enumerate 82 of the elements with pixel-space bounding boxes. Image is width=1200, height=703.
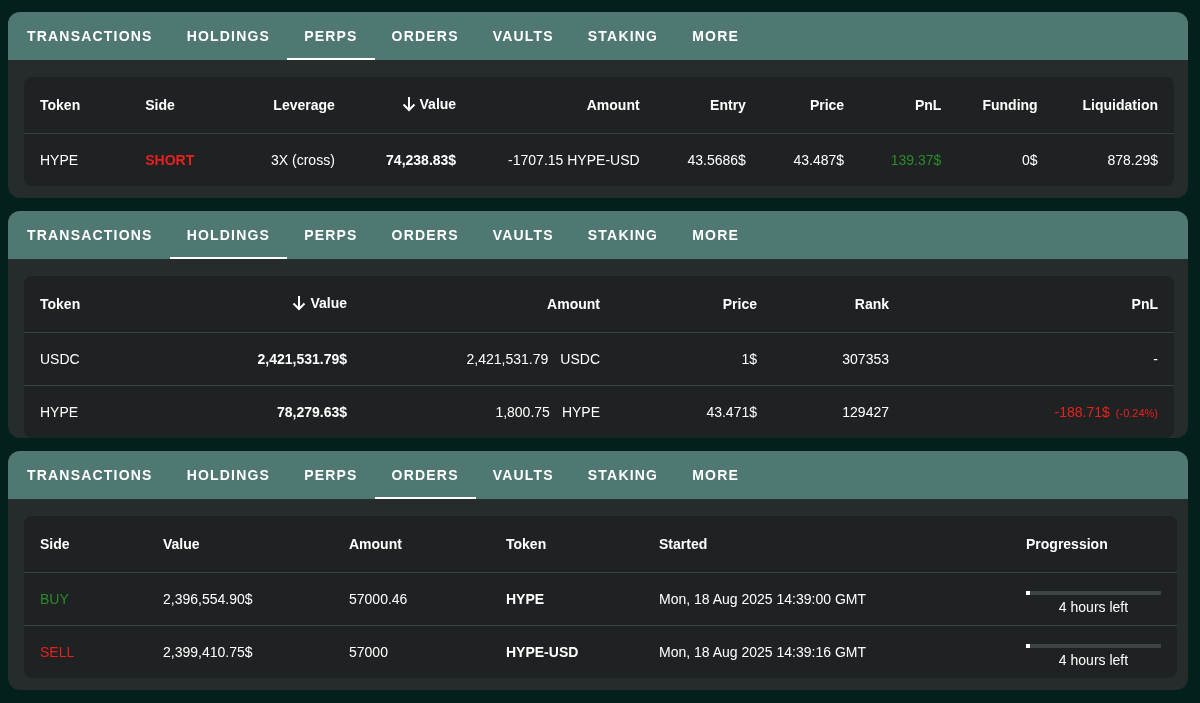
table-cell-text: 2,421,531.79$ — [257, 351, 347, 367]
column-header[interactable]: Amount — [586, 97, 640, 113]
column-header[interactable]: PnL — [1131, 296, 1158, 312]
table-cell-text: 3X (cross) — [271, 152, 335, 168]
tab[interactable]: VAULTS — [475, 451, 571, 499]
table-cell-text: 78,279.63$ — [276, 404, 347, 420]
table-cell-text: Mon, 18 Aug 2025 14:39:00 GMT — [659, 591, 867, 607]
sort-down-icon — [292, 294, 307, 311]
column-header[interactable]: Progression — [1026, 536, 1108, 552]
time-left: 4 hours left — [1058, 652, 1129, 668]
column-header[interactable]: Price — [722, 296, 757, 312]
column-header[interactable]: Started — [659, 536, 708, 552]
tab[interactable]: TRANSACTIONS — [10, 451, 170, 499]
table-cell-text: 139.37$ — [890, 152, 942, 168]
table-cell-text: 307353 — [842, 351, 889, 367]
tab[interactable]: MORE — [675, 211, 756, 259]
tab[interactable]: HOLDINGS — [169, 12, 288, 60]
tab[interactable]: TRANSACTIONS — [10, 211, 170, 259]
table-cell-text: 74,238.83$ — [386, 152, 457, 168]
tab[interactable]: MORE — [675, 451, 756, 499]
table-cell-text: 878.29$ — [1107, 152, 1158, 168]
pnl-value: -188.71$ — [1054, 404, 1110, 420]
column-header[interactable]: Token — [40, 97, 81, 113]
table-cell-text: HYPE-USD — [506, 644, 579, 660]
column-header[interactable]: Entry — [710, 97, 746, 113]
table-cell-text: -1707.15 HYPE-USD — [508, 152, 640, 168]
amount-unit: USDC — [560, 351, 600, 367]
table-cell-text: 2,399,410.75$ — [163, 644, 253, 660]
tab[interactable]: TRANSACTIONS — [10, 12, 170, 60]
table-cell-text: 43.5686$ — [687, 152, 746, 168]
table-cell-text: BUY — [40, 591, 69, 607]
tab[interactable]: PERPS — [287, 211, 375, 259]
column-header[interactable]: Leverage — [273, 97, 335, 113]
table-cell-text: - — [1153, 351, 1158, 367]
table-cell-text: 129427 — [842, 404, 889, 420]
tab[interactable]: PERPS — [287, 12, 375, 60]
pnl-percent: (-0.24%) — [1115, 407, 1158, 419]
table-cell-text: SELL — [40, 644, 75, 660]
table-cell-text: 0$ — [1022, 152, 1038, 168]
table-cell-text: 2,396,554.90$ — [163, 591, 253, 607]
tab[interactable]: HOLDINGS — [169, 451, 288, 499]
amount-unit: HYPE — [561, 404, 600, 420]
table-cell-text: HYPE — [40, 152, 79, 168]
column-header[interactable]: Price — [809, 97, 845, 113]
tab[interactable]: VAULTS — [475, 12, 571, 60]
column-header[interactable]: Side — [40, 536, 70, 552]
tab[interactable]: VAULTS — [475, 211, 571, 259]
column-header[interactable]: Value — [163, 536, 200, 552]
sort-down-icon — [401, 95, 416, 112]
table-cell-text: HYPE — [40, 404, 79, 420]
tab[interactable]: MORE — [675, 12, 756, 60]
table-cell-text: USDC — [40, 351, 80, 367]
column-header[interactable]: Token — [40, 296, 81, 312]
time-left: 4 hours left — [1058, 599, 1129, 615]
column-header[interactable]: Token — [506, 536, 547, 552]
tab[interactable]: STAKING — [570, 211, 676, 259]
table-cell-text: 43.471$ — [706, 404, 757, 420]
tab[interactable]: STAKING — [570, 12, 676, 60]
column-header[interactable]: Amount — [547, 296, 600, 312]
column-header[interactable]: Side — [145, 97, 175, 113]
amount-value: 2,421,531.79 — [466, 351, 549, 367]
table-cell-text: 57000 — [349, 644, 388, 660]
column-header[interactable]: Value — [401, 95, 457, 112]
table-cell-text: 57000.46 — [349, 591, 408, 607]
column-header[interactable]: Amount — [349, 536, 402, 552]
tab[interactable]: ORDERS — [374, 211, 476, 259]
tab[interactable]: STAKING — [570, 451, 676, 499]
column-header[interactable]: Funding — [982, 97, 1038, 113]
tab[interactable]: PERPS — [287, 451, 375, 499]
amount-value: 1,800.75 — [495, 404, 550, 420]
column-header[interactable]: PnL — [914, 97, 942, 113]
table-cell-text: HYPE — [506, 591, 545, 607]
tab[interactable]: ORDERS — [374, 451, 476, 499]
tab[interactable]: ORDERS — [374, 12, 476, 60]
column-header[interactable]: Rank — [854, 296, 889, 312]
table-cell-text: 43.487$ — [793, 152, 845, 168]
column-header[interactable]: Value — [292, 294, 347, 311]
table-cell-text: SHORT — [145, 152, 195, 168]
column-header[interactable]: Liquidation — [1082, 97, 1158, 113]
table-cell-text: Mon, 18 Aug 2025 14:39:16 GMT — [659, 644, 867, 660]
tab[interactable]: HOLDINGS — [169, 211, 288, 259]
table-cell-text: 1$ — [741, 351, 757, 367]
